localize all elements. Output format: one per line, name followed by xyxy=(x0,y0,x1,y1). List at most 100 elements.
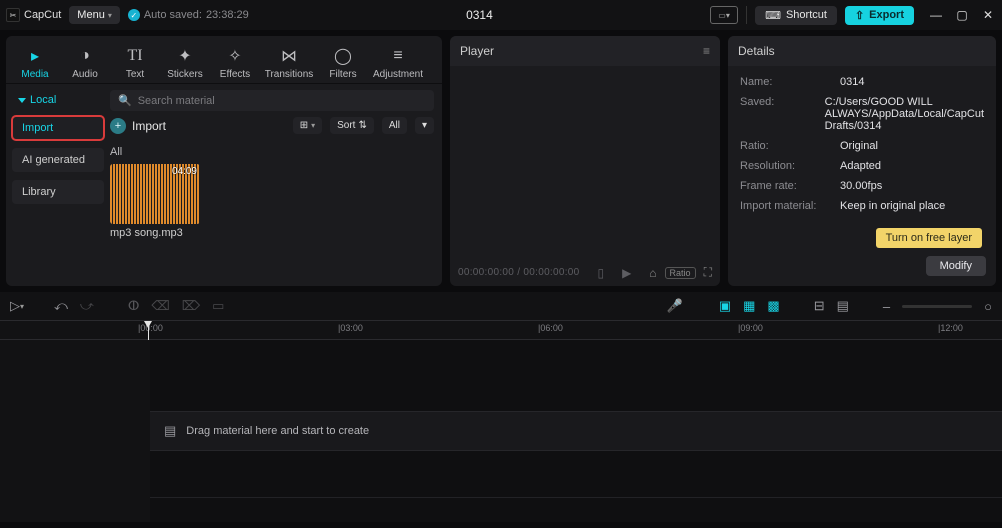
mic-button[interactable]: 🎤 xyxy=(667,298,683,314)
ruler-tick: |06:00 xyxy=(538,323,563,333)
track-view-button[interactable]: ▤ xyxy=(837,298,849,314)
tab-transitions[interactable]: ⋈ Transitions xyxy=(260,43,318,83)
detail-resolution-value: Adapted xyxy=(840,160,984,172)
tab-adjustment-label: Adjustment xyxy=(373,69,423,80)
preview-axis-button[interactable]: ▩ xyxy=(767,298,779,314)
film-icon: ▤ xyxy=(164,423,176,439)
detail-resolution-label: Resolution: xyxy=(740,160,830,172)
media-sidebar: Local Import AI generated Library xyxy=(6,84,110,286)
view-mode-button[interactable]: ⊞ ▾ xyxy=(293,117,322,134)
media-thumbnails: All 04:09 mp3 song.mp3 xyxy=(110,140,434,239)
detail-importmat-label: Import material: xyxy=(740,200,830,212)
player-title: Player xyxy=(460,44,494,58)
import-label: Import xyxy=(132,119,166,133)
snap-button[interactable]: ▣ xyxy=(719,298,731,314)
menu-label: Menu xyxy=(77,9,105,21)
zoom-fit-button[interactable]: ○ xyxy=(984,299,992,314)
export-button[interactable]: ⇧ Export xyxy=(845,6,914,25)
clip-duration: 04:09 xyxy=(172,166,197,177)
sidebar-item-import[interactable]: Import xyxy=(12,116,104,140)
tab-audio[interactable]: ◑ Audio xyxy=(60,43,110,83)
crop-button[interactable]: ⌂ xyxy=(649,266,656,280)
timeline-ruler[interactable]: |00:00 |03:00 |06:00 |09:00 |12:00 xyxy=(0,320,1002,340)
redo-button[interactable]: ⤻ xyxy=(80,298,94,314)
shortcut-button[interactable]: ⌨ Shortcut xyxy=(755,6,837,25)
export-icon: ⇧ xyxy=(855,9,864,22)
autosave-time: 23:38:29 xyxy=(206,9,249,21)
zoom-slider[interactable] xyxy=(902,305,972,308)
titlebar: ✂ CapCut Menu ▾ ✓ Auto saved: 23:38:29 0… xyxy=(0,0,1002,30)
filter-icon-button[interactable]: ▾ xyxy=(415,117,434,134)
zoom-out-button[interactable]: – xyxy=(883,299,890,314)
tab-stickers[interactable]: ✦ Stickers xyxy=(160,43,210,83)
play-button[interactable]: ▶ xyxy=(622,266,631,280)
align-button[interactable]: ⊟ xyxy=(814,298,825,314)
tab-adjustment[interactable]: ≡ Adjustment xyxy=(368,43,428,83)
text-icon: TI xyxy=(125,46,145,66)
rewind-button[interactable]: ▯ xyxy=(598,266,605,280)
import-button[interactable]: + Import xyxy=(110,118,166,134)
sort-button[interactable]: Sort ⇅ xyxy=(330,117,374,134)
tab-filters[interactable]: ◯ Filters xyxy=(318,43,368,83)
search-placeholder: Search material xyxy=(138,95,215,107)
shortcut-label: Shortcut xyxy=(786,9,827,21)
ruler-tick: |12:00 xyxy=(938,323,963,333)
detail-framerate-value: 30.00fps xyxy=(840,180,984,192)
player-controls: 00:00:00:00 / 00:00:00:00 ▯ ▶ ⌂ Ratio ⛶ xyxy=(450,259,720,286)
window-controls: — ▢ ✕ xyxy=(928,8,996,22)
split-button[interactable]: ⵀ xyxy=(128,298,140,314)
modify-button[interactable]: Modify xyxy=(926,256,986,276)
timeline-tracks[interactable]: ▤ Drag material here and start to create xyxy=(150,340,1002,522)
delete-left-button[interactable]: ⌫ xyxy=(151,298,169,314)
minimize-button[interactable]: — xyxy=(928,8,944,22)
project-title: 0314 xyxy=(257,8,702,22)
tab-audio-label: Audio xyxy=(72,69,98,80)
menu-button[interactable]: Menu ▾ xyxy=(69,6,120,24)
timeline-dropzone[interactable]: ▤ Drag material here and start to create xyxy=(150,411,1002,451)
time-total: 00:00:00:00 xyxy=(523,267,579,278)
media-clip[interactable]: 04:09 mp3 song.mp3 xyxy=(110,164,200,239)
sidebar-item-library[interactable]: Library xyxy=(12,180,104,204)
search-input[interactable]: 🔍 Search material xyxy=(110,90,434,111)
close-button[interactable]: ✕ xyxy=(980,8,996,22)
details-title: Details xyxy=(738,44,775,58)
sidebar-group-local[interactable]: Local xyxy=(12,90,104,110)
caret-down-icon xyxy=(18,98,26,103)
timeline: ▤ Drag material here and start to create xyxy=(0,340,1002,522)
sidebar-item-ai-generated[interactable]: AI generated xyxy=(12,148,104,172)
sidebar-item-library-label: Library xyxy=(22,186,56,198)
link-button[interactable]: ▦ xyxy=(743,298,755,314)
pointer-tool[interactable]: ▷ ▾ xyxy=(10,298,24,314)
tab-effects[interactable]: ✧ Effects xyxy=(210,43,260,83)
effects-icon: ✧ xyxy=(225,46,245,66)
tab-media[interactable]: ▸ Media xyxy=(10,43,60,83)
undo-button[interactable]: ⤺ xyxy=(54,298,68,314)
detail-name-value: 0314 xyxy=(840,76,984,88)
app-logo: ✂ CapCut xyxy=(6,8,61,22)
detail-name-label: Name: xyxy=(740,76,830,88)
detail-framerate-label: Frame rate: xyxy=(740,180,830,192)
player-stage[interactable] xyxy=(450,66,720,259)
delete-button[interactable]: ▭ xyxy=(212,298,224,314)
transitions-icon: ⋈ xyxy=(279,46,299,66)
player-panel: Player ≡ 00:00:00:00 / 00:00:00:00 ▯ ▶ ⌂… xyxy=(450,36,720,286)
player-timecode: 00:00:00:00 / 00:00:00:00 xyxy=(458,267,580,278)
media-icon: ▸ xyxy=(25,46,45,66)
ruler-tick: |03:00 xyxy=(338,323,363,333)
delete-right-button[interactable]: ⌦ xyxy=(182,298,200,314)
media-body: Local Import AI generated Library 🔍 Sear… xyxy=(6,84,442,286)
maximize-button[interactable]: ▢ xyxy=(954,8,970,22)
ratio-chip[interactable]: Ratio xyxy=(665,267,696,279)
fullscreen-button[interactable]: ⛶ xyxy=(704,265,712,280)
aspect-ratio-button[interactable]: ▭▾ xyxy=(710,6,738,24)
filters-icon: ◯ xyxy=(333,46,353,66)
details-header: Details xyxy=(728,36,996,66)
tab-stickers-label: Stickers xyxy=(167,69,203,80)
player-menu-icon[interactable]: ≡ xyxy=(703,44,710,58)
divider xyxy=(746,6,747,24)
media-toolbar: + Import ⊞ ▾ Sort ⇅ All ▾ xyxy=(110,117,434,134)
tab-text-label: Text xyxy=(126,69,144,80)
filter-all-button[interactable]: All xyxy=(382,117,407,134)
tab-text[interactable]: TI Text xyxy=(110,43,160,83)
tab-filters-label: Filters xyxy=(329,69,356,80)
